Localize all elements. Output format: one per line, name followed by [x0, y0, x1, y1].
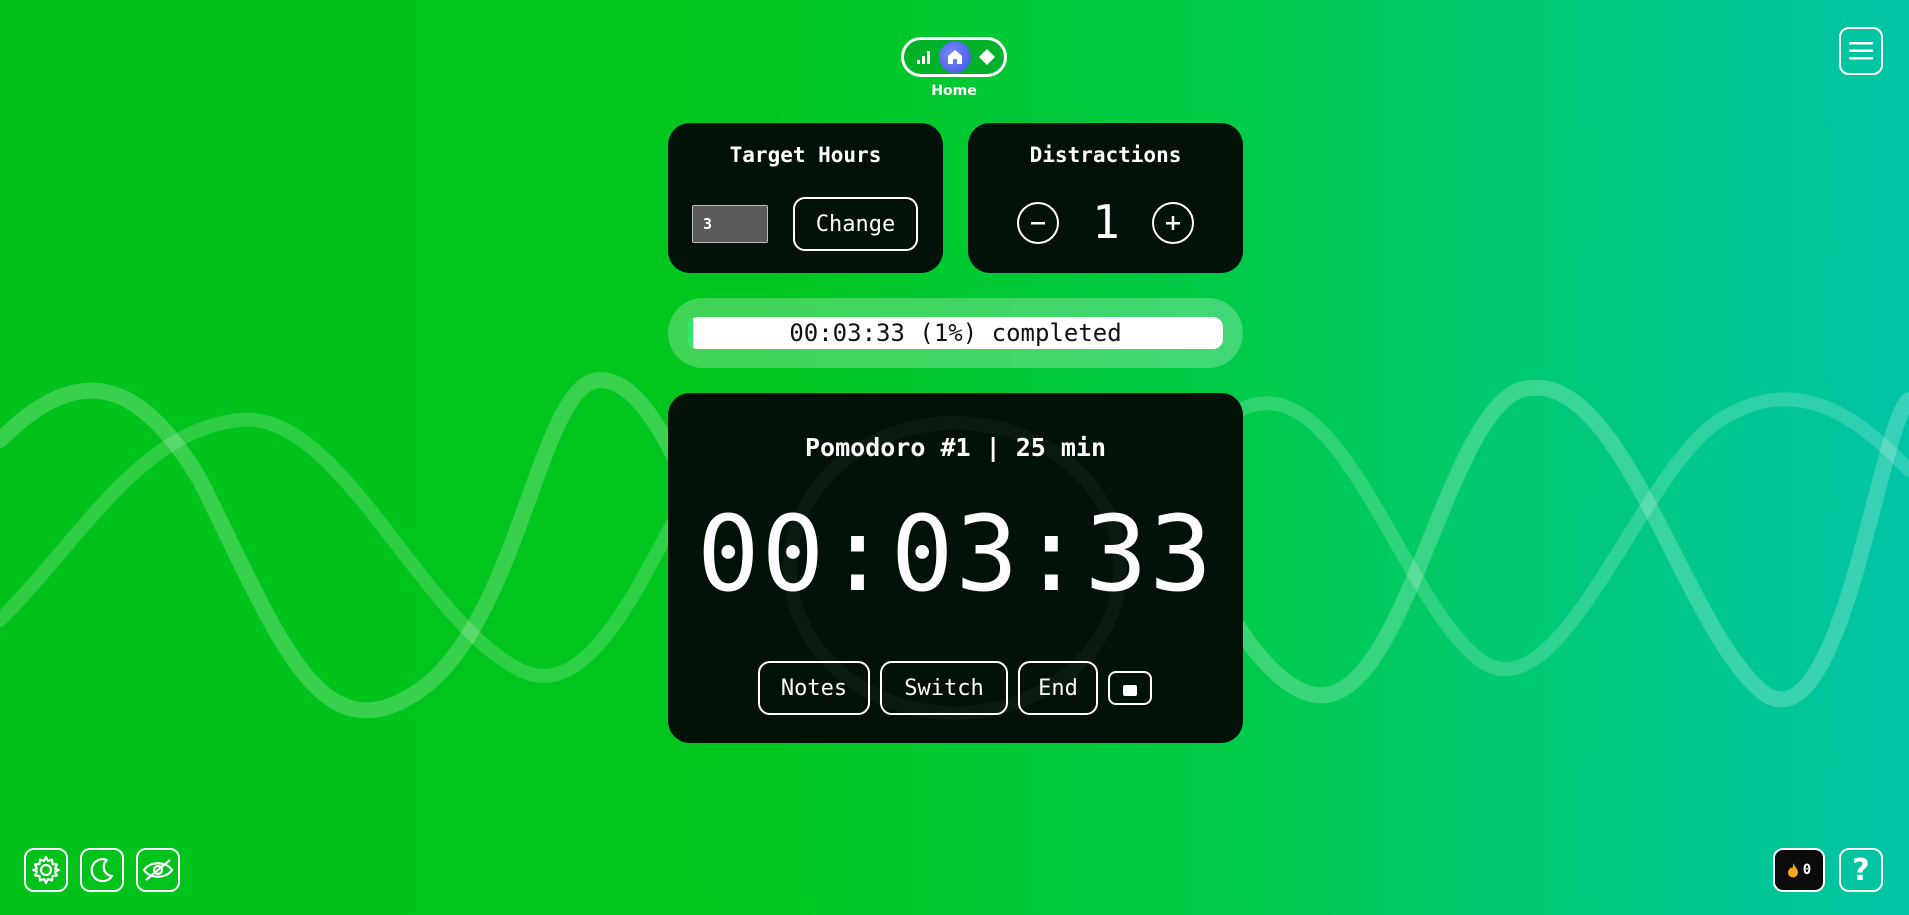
- home-icon[interactable]: [939, 41, 971, 73]
- distractions-title: Distractions: [1029, 143, 1182, 167]
- pomodoro-timer-card: Pomodoro #1 | 25 min 00:03:33 Notes Swit…: [668, 393, 1243, 743]
- streak-button[interactable]: 0: [1773, 848, 1825, 892]
- eye-off-icon: [142, 859, 174, 881]
- hamburger-icon: [1849, 42, 1873, 60]
- distractions-card: Distractions 1: [968, 123, 1243, 273]
- pomodoro-title: Pomodoro #1 | 25 min: [804, 433, 1107, 462]
- switch-button[interactable]: Switch: [880, 661, 1008, 715]
- stats-icon[interactable]: [916, 50, 932, 64]
- streak-count: 0: [1802, 862, 1812, 878]
- help-icon: ?: [1852, 852, 1870, 888]
- dark-mode-button[interactable]: [80, 848, 124, 892]
- timer-display: 00:03:33: [697, 493, 1214, 615]
- decrement-distractions-button[interactable]: [1017, 202, 1059, 244]
- end-button[interactable]: End: [1018, 661, 1098, 715]
- diamond-icon[interactable]: [978, 48, 996, 66]
- plus-icon: [1166, 216, 1180, 230]
- target-hours-title: Target Hours: [729, 143, 882, 167]
- target-hours-card: Target Hours Change: [668, 123, 943, 273]
- progress-bar: 00:03:33 (1%) completed: [688, 317, 1223, 349]
- change-button[interactable]: Change: [793, 197, 918, 251]
- moon-icon: [90, 858, 114, 883]
- progress-text: 00:03:33 (1%) completed: [789, 319, 1122, 347]
- gear-icon: [31, 855, 61, 885]
- mini-window-icon: [1123, 684, 1137, 696]
- progress-container: 00:03:33 (1%) completed: [668, 298, 1243, 368]
- nav-active-label: Home: [931, 83, 977, 99]
- minus-icon: [1031, 222, 1045, 225]
- flame-icon: [1787, 863, 1798, 878]
- target-hours-input[interactable]: [692, 205, 768, 243]
- distractions-count: 1: [1092, 195, 1120, 249]
- page-switcher: [901, 37, 1007, 77]
- help-button[interactable]: ?: [1839, 848, 1883, 892]
- mini-mode-button[interactable]: [1108, 671, 1152, 705]
- increment-distractions-button[interactable]: [1152, 202, 1194, 244]
- menu-button[interactable]: [1839, 27, 1883, 75]
- focus-mode-button[interactable]: [136, 848, 180, 892]
- settings-button[interactable]: [24, 848, 68, 892]
- notes-button[interactable]: Notes: [758, 661, 870, 715]
